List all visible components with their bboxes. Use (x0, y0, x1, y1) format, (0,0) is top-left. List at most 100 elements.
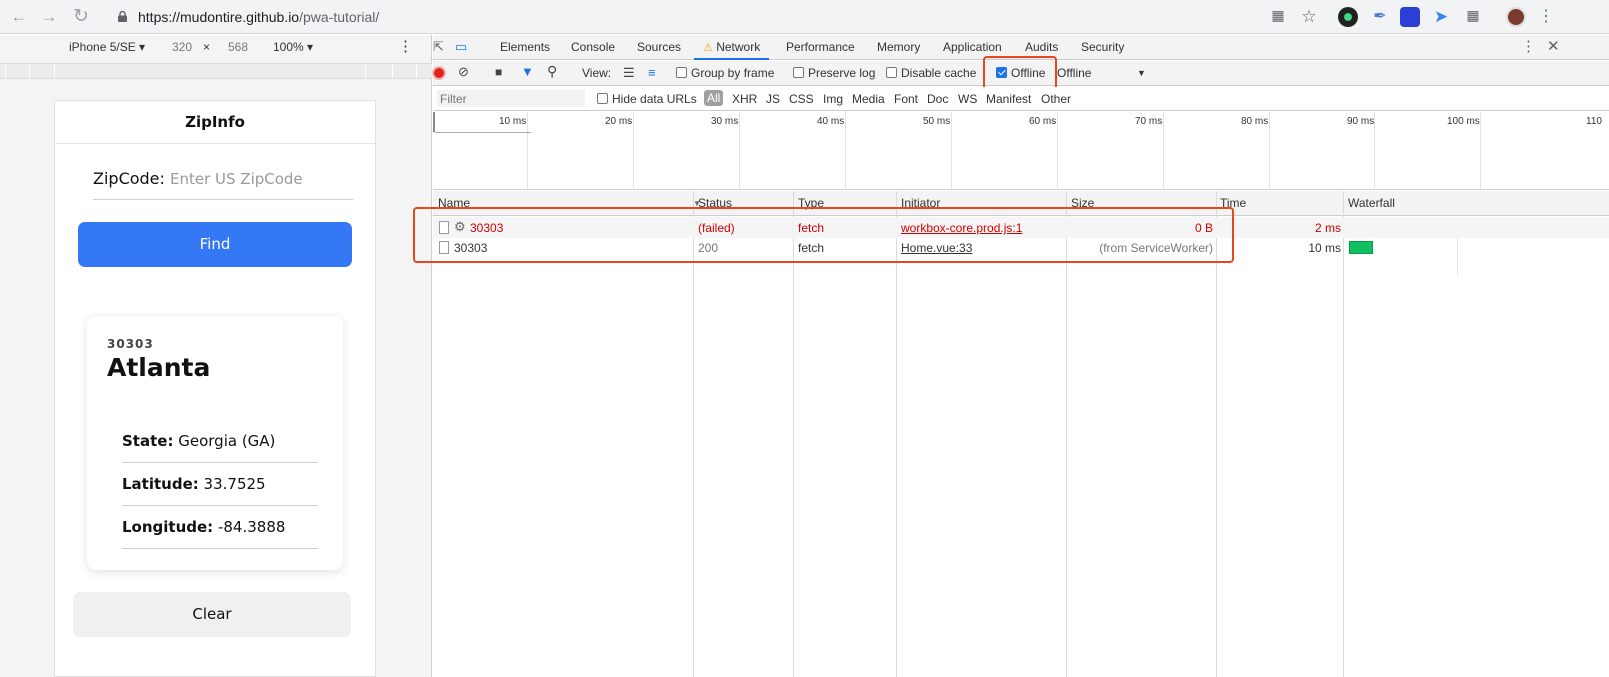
back-icon[interactable]: ← (8, 6, 30, 28)
timeline-tick: 60 ms (1029, 116, 1057, 127)
screenshot-camera-icon[interactable]: ■ (495, 65, 502, 79)
preserve-log-checkbox[interactable] (793, 67, 804, 78)
card-row-latitude: Latitude: 33.7525 (122, 463, 318, 506)
clear-button[interactable]: Clear (73, 592, 351, 637)
card-zipcode: 30303 (107, 337, 154, 351)
timeline-tick: 100 ms (1447, 116, 1480, 127)
devtools-menu-icon[interactable]: ⋮ (1521, 35, 1536, 60)
preserve-log-toggle[interactable]: Preserve log (793, 66, 875, 80)
offline-highlight (983, 56, 1057, 90)
view-label: View: (582, 66, 612, 80)
extension-blue-icon[interactable] (1400, 7, 1420, 27)
request-time: 10 ms (1308, 241, 1341, 255)
group-by-frame-toggle[interactable]: Group by frame (676, 66, 774, 80)
group-by-frame-label: Group by frame (691, 66, 775, 80)
device-emulator: iPhone 5/SE ▾ 320 × 568 100% ▾ ⋮ ZipInfo… (0, 35, 432, 677)
timeline-tick: 10 ms (499, 116, 527, 127)
translate-icon[interactable]: ▦ (1268, 7, 1288, 27)
filter-type-media[interactable]: Media (852, 92, 885, 106)
card-row-longitude: Longitude: -84.3888 (122, 506, 318, 549)
filter-funnel-icon[interactable]: ▼ (521, 64, 534, 79)
zipcode-input[interactable] (170, 166, 350, 192)
filter-input[interactable] (437, 90, 585, 107)
request-time: 2 ms (1314, 221, 1341, 235)
chevron-down-icon[interactable]: ▼ (1137, 68, 1146, 78)
filter-bar: Hide data URLs All XHR JS CSS Img Media … (433, 87, 1609, 111)
reload-icon[interactable]: ↻ (70, 6, 92, 28)
filter-type-xhr[interactable]: XHR (732, 92, 757, 106)
warning-icon: ⚠ (703, 42, 713, 54)
tab-memory[interactable]: Memory (877, 35, 920, 60)
filter-type-other[interactable]: Other (1041, 92, 1071, 106)
bookmark-star-icon[interactable]: ☆ (1299, 7, 1319, 27)
app-title: ZipInfo (55, 101, 375, 144)
device-select[interactable]: iPhone 5/SE ▾ (69, 40, 145, 54)
filter-type-css[interactable]: CSS (789, 92, 814, 106)
filter-type-js[interactable]: JS (766, 92, 780, 106)
phone-viewport: ZipInfo ZipCode: Find 30303 Atlanta Stat… (54, 100, 376, 677)
zoom-select[interactable]: 100% ▾ (273, 40, 313, 54)
eyedropper-icon[interactable]: ✒ (1370, 7, 1390, 27)
search-icon[interactable]: ⚲ (547, 63, 557, 80)
large-rows-icon[interactable]: ☰ (623, 65, 635, 81)
timeline-tick: 50 ms (923, 116, 951, 127)
address-bar[interactable]: https://mudontire.github.io/pwa-tutorial… (104, 5, 1364, 29)
timeline-tick: 80 ms (1241, 116, 1269, 127)
device-toolbar: iPhone 5/SE ▾ 320 × 568 100% ▾ ⋮ (0, 35, 432, 61)
tab-sources[interactable]: Sources (637, 35, 681, 60)
disable-cache-checkbox[interactable] (886, 67, 897, 78)
inspect-element-icon[interactable]: ⇱ (433, 35, 449, 60)
device-height[interactable]: 568 (228, 40, 248, 54)
filter-type-img[interactable]: Img (823, 92, 843, 106)
timeline-tick: 30 ms (711, 116, 739, 127)
tab-elements[interactable]: Elements (500, 35, 550, 60)
timeline-tick: 90 ms (1347, 116, 1375, 127)
disable-cache-toggle[interactable]: Disable cache (886, 66, 976, 80)
translate-ext-icon[interactable]: ▦ (1463, 7, 1483, 27)
record-icon[interactable] (432, 66, 446, 80)
media-query-ruler[interactable] (0, 63, 432, 79)
hide-data-urls-toggle[interactable]: Hide data URLs (597, 92, 697, 106)
filter-type-doc[interactable]: Doc (927, 92, 948, 106)
tab-network[interactable]: ⚠ Network (694, 35, 770, 60)
tab-console[interactable]: Console (571, 35, 615, 60)
preserve-log-label: Preserve log (808, 66, 876, 80)
tab-performance[interactable]: Performance (786, 35, 855, 60)
devtools-panel: ⇱ ▭ Elements Console Sources ⚠ Network P… (413, 35, 1609, 677)
clear-log-icon[interactable]: ⊘ (458, 64, 469, 80)
group-by-frame-checkbox[interactable] (676, 67, 687, 78)
timeline-tick: 20 ms (605, 116, 633, 127)
forward-icon[interactable]: → (38, 6, 60, 28)
hide-data-urls-label: Hide data URLs (612, 92, 697, 106)
throttling-select[interactable]: Offline (1057, 66, 1091, 80)
timeline-tick: 110 (1586, 116, 1602, 127)
tab-network-label: Network (716, 40, 761, 54)
network-overview[interactable]: 10 ms 20 ms 30 ms 40 ms 50 ms 60 ms 70 m… (433, 112, 1609, 190)
device-toggle-icon[interactable]: ▭ (455, 35, 471, 60)
extension-color-icon[interactable] (1338, 7, 1358, 27)
find-button[interactable]: Find (78, 222, 352, 267)
device-menu-icon[interactable]: ⋮ (398, 37, 413, 55)
waterfall-bar (1349, 241, 1373, 254)
filter-type-manifest[interactable]: Manifest (986, 92, 1031, 106)
filter-type-font[interactable]: Font (894, 92, 918, 106)
requests-highlight (413, 207, 1234, 263)
zipcode-label: ZipCode: (93, 169, 165, 188)
avatar[interactable] (1506, 7, 1526, 27)
result-card: 30303 Atlanta State: Georgia (GA) Latitu… (87, 316, 343, 570)
devtools-close-icon[interactable]: ✕ (1547, 35, 1560, 60)
longitude-label: Longitude: (122, 518, 214, 536)
hide-data-urls-checkbox[interactable] (597, 93, 608, 104)
send-icon[interactable]: ➤ (1431, 7, 1451, 27)
latitude-value: 33.7525 (203, 475, 266, 493)
waterfall-overview-icon[interactable]: ≡ (648, 65, 656, 80)
device-width[interactable]: 320 (172, 40, 192, 54)
column-waterfall[interactable]: Waterfall (1348, 196, 1395, 210)
tab-security[interactable]: Security (1081, 35, 1124, 60)
filter-type-all[interactable]: All (704, 90, 724, 106)
url-path: /pwa-tutorial/ (299, 9, 380, 25)
longitude-value: -84.3888 (217, 518, 286, 536)
filter-type-ws[interactable]: WS (958, 92, 977, 106)
menu-kebab-icon[interactable]: ⋮ (1536, 7, 1556, 27)
timeline-tick: 70 ms (1135, 116, 1163, 127)
